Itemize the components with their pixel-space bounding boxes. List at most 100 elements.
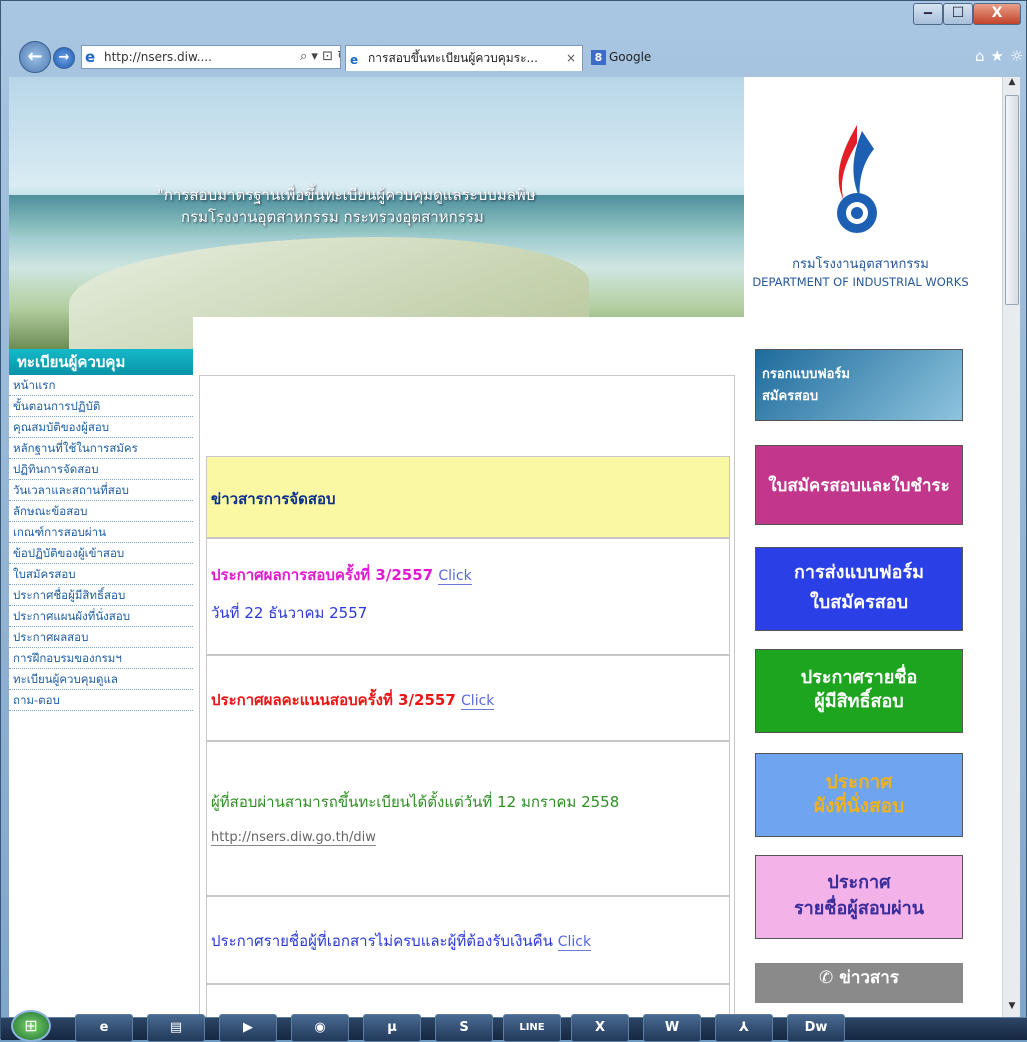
passed-list-line2: รายชื่อผู้สอบผ่าน	[793, 898, 925, 919]
scroll-down-icon[interactable]: ▼	[1003, 1001, 1021, 1017]
news-item-text: ผู้ที่สอบผ่านสามารถขึ้นทะเบียนได้ตั้งแต่…	[211, 793, 620, 811]
acrobat-taskbar-icon[interactable]: ⅄	[715, 1014, 773, 1042]
tab-label: Google	[609, 50, 652, 64]
home-favorites-settings-icons[interactable]: ⌂★☼	[975, 47, 1027, 65]
maximize-button[interactable]: ☐	[943, 3, 973, 25]
banner-subtitle: กรมโรงงานอุตสาหกรรม กระทรวงอุตสาหกรรม	[181, 208, 484, 226]
chrome-taskbar-icon[interactable]: ◉	[291, 1014, 349, 1042]
address-bar[interactable]: e http://nsers.diw.... ⌕ ▾ ⊡ ↻ ✕	[81, 45, 341, 69]
sidebar-item-training[interactable]: การฝึกอบรมของกรมฯ	[9, 648, 193, 669]
news-button-label: ข่าวสาร	[839, 968, 899, 988]
ie-page-icon: e	[85, 48, 96, 66]
news-click-link[interactable]: Click	[438, 568, 472, 585]
sidebar-item-calendar[interactable]: ปฏิทินการจัดสอบ	[9, 459, 193, 480]
banner-gap	[193, 317, 744, 349]
dreamweaver-taskbar-icon[interactable]: Dw	[787, 1014, 845, 1042]
news-heading: ข่าวสารการจัดสอบ	[211, 490, 336, 508]
diw-logo: กรมโรงงานอุตสาหกรรม DEPARTMENT OF INDUST…	[744, 77, 977, 349]
logo-english-text: DEPARTMENT OF INDUSTRIAL WORKS	[752, 275, 969, 289]
submit-form-line1: การส่งแบบฟอร์ม	[794, 562, 924, 583]
news-click-link[interactable]: Click	[461, 693, 495, 710]
passed-list-button[interactable]: ประกาศ รายชื่อผู้สอบผ่าน	[755, 855, 963, 939]
explorer-taskbar-icon[interactable]: ▤	[147, 1014, 205, 1042]
google-tab-icon: 8	[591, 50, 606, 65]
ie-taskbar-icon[interactable]: e	[75, 1014, 133, 1042]
sidebar-item-registry[interactable]: ทะเบียนผู้ควบคุมดูแล	[9, 669, 193, 690]
eligible-list-line2: ผู้มีสิทธิ์สอบ	[814, 691, 904, 712]
seating-plan-button[interactable]: ประกาศ ผังที่นั่งสอบ	[755, 753, 963, 837]
skype-taskbar-icon[interactable]: S	[435, 1014, 493, 1042]
eligible-list-button[interactable]: ประกาศรายชื่อ ผู้มีสิทธิ์สอบ	[755, 649, 963, 733]
apply-form-button[interactable]: กรอกแบบฟอร์ม สมัครสอบ	[755, 349, 963, 421]
passed-list-line1: ประกาศ	[827, 872, 891, 893]
address-text: http://nsers.diw....	[104, 50, 212, 64]
news-item-date: วันที่ 22 ธันวาคม 2557	[211, 604, 368, 622]
word-taskbar-icon[interactable]: W	[643, 1014, 701, 1042]
submit-form-line2: ใบสมัครสอบ	[810, 592, 908, 613]
news-item: ประกาศผลการสอบครั้งที่ 3/2557 Click วันท…	[206, 538, 730, 655]
news-item-text: ประกาศรายชื่อผู้ที่เอกสารไม่ครบและผู้ที่…	[211, 929, 592, 953]
news-click-link[interactable]: Click	[557, 934, 592, 951]
sidebar-item-home[interactable]: หน้าแรก	[9, 375, 193, 396]
sidebar-item-faq[interactable]: ถาม-ตอบ	[9, 690, 193, 711]
news-item: ประกาศรายชื่อผู้ที่เอกสารไม่ครบและผู้ที่…	[206, 896, 730, 984]
news-item: ประกาศผลคะแนนสอบครั้งที่ 3/2557 Click	[206, 655, 730, 741]
sidebar-item-rules[interactable]: ข้อปฏิบัติของผู้เข้าสอบ	[9, 543, 193, 564]
sidebar-item-results[interactable]: ประกาศผลสอบ	[9, 627, 193, 648]
seating-plan-line2: ผังที่นั่งสอบ	[813, 795, 905, 817]
sidebar-item-eligible-list[interactable]: ประกาศชื่อผู้มีสิทธิ์สอบ	[9, 585, 193, 606]
forward-icon[interactable]: →	[53, 47, 75, 69]
news-item-title-text: ประกาศรายชื่อผู้ที่เอกสารไม่ครบและผู้ที่…	[211, 932, 553, 950]
page-viewport: "การสอบมาตรฐานเพื่อขึ้นทะเบียนผู้ควบคุมด…	[9, 77, 1002, 1017]
apply-form-line1: กรอกแบบฟอร์ม	[762, 367, 850, 382]
seating-plan-line1: ประกาศ	[825, 771, 893, 793]
back-icon[interactable]: ←	[19, 41, 51, 73]
news-item: ผู้ที่สอบผ่านสามารถขึ้นทะเบียนได้ตั้งแต่…	[206, 741, 730, 896]
utorrent-taskbar-icon[interactable]: µ	[363, 1014, 421, 1042]
start-button-icon[interactable]: ⊞	[11, 1010, 51, 1042]
close-button[interactable]: X	[973, 3, 1021, 25]
vertical-scrollbar[interactable]: ▲ ▼	[1002, 77, 1020, 1017]
sidebar-menu: ทะเบียนผู้ควบคุม หน้าแรก ขั้นตอนการปฏิบั…	[9, 349, 193, 711]
scrollbar-thumb[interactable]	[1005, 95, 1019, 305]
application-payment-button[interactable]: ใบสมัครสอบและใบชำระเงิน	[755, 445, 963, 576]
sidebar-item-application[interactable]: ใบสมัครสอบ	[9, 564, 193, 585]
news-item-title: ประกาศผลคะแนนสอบครั้งที่ 3/2557 Click	[211, 688, 495, 712]
sidebar-heading: ทะเบียนผู้ควบคุม	[9, 349, 193, 375]
tab-active[interactable]: e การสอบขึ้นทะเบียนผู้ควบคุมระ... ×	[345, 45, 583, 71]
banner-image: "การสอบมาตรฐานเพื่อขึ้นทะเบียนผู้ควบคุมด…	[9, 77, 744, 349]
news-item-url-link[interactable]: http://nsers.diw.go.th/diw	[211, 830, 376, 846]
tab-google[interactable]: 8 Google	[587, 45, 847, 71]
title-bar: ‒ ☐ X ← → e http://nsers.diw.... ⌕ ▾ ⊡ ↻…	[1, 1, 1027, 77]
ie-tab-icon: e	[350, 53, 359, 67]
tab-label: การสอบขึ้นทะเบียนผู้ควบคุมระ...	[368, 51, 538, 65]
banner-title: "การสอบมาตรฐานเพื่อขึ้นทะเบียนผู้ควบคุมด…	[157, 186, 536, 204]
line-taskbar-icon[interactable]: LINE	[503, 1014, 561, 1042]
apply-form-line2: สมัครสอบ	[762, 389, 819, 404]
excel-taskbar-icon[interactable]: X	[571, 1014, 629, 1042]
news-content: ข่าวสารการจัดสอบ ประกาศผลการสอบครั้งที่ …	[199, 375, 735, 1017]
sidebar-item-date-venue[interactable]: วันเวลาและสถานที่สอบ	[9, 480, 193, 501]
news-heading-cell: ข่าวสารการจัดสอบ	[206, 456, 730, 538]
phone-icon: ✆	[819, 968, 840, 988]
news-item	[206, 984, 730, 1017]
news-item-title-text: ประกาศผลการสอบครั้งที่ 3/2557	[211, 566, 434, 584]
sidebar-item-pass-criteria[interactable]: เกณฑ์การสอบผ่าน	[9, 522, 193, 543]
address-tools-icons[interactable]: ⌕ ▾ ⊡ ↻ ✕	[300, 46, 340, 68]
eligible-list-line1: ประกาศรายชื่อ	[800, 667, 918, 688]
minimize-button[interactable]: ‒	[913, 3, 943, 25]
diw-emblem-icon	[837, 125, 877, 233]
submit-form-button[interactable]: การส่งแบบฟอร์ม ใบสมัครสอบ	[755, 547, 963, 631]
scroll-up-icon[interactable]: ▲	[1003, 77, 1021, 93]
news-button[interactable]: ✆ ข่าวสาร	[755, 963, 963, 1003]
sidebar-item-exam-format[interactable]: ลักษณะข้อสอบ	[9, 501, 193, 522]
tab-close-icon[interactable]: ×	[566, 46, 576, 70]
sidebar-item-seating[interactable]: ประกาศแผนผังที่นั่งสอบ	[9, 606, 193, 627]
sidebar-item-documents[interactable]: หลักฐานที่ใช้ในการสมัคร	[9, 438, 193, 459]
media-player-taskbar-icon[interactable]: ▶	[219, 1014, 277, 1042]
logo-thai-text: กรมโรงงานอุตสาหกรรม	[792, 257, 929, 272]
sidebar-item-procedure[interactable]: ขั้นตอนการปฏิบัติ	[9, 396, 193, 417]
browser-window: ‒ ☐ X ← → e http://nsers.diw.... ⌕ ▾ ⊡ ↻…	[0, 0, 1027, 1042]
navigation-bar: ← → e http://nsers.diw.... ⌕ ▾ ⊡ ↻ ✕ e ก…	[15, 41, 1023, 75]
sidebar-item-qualifications[interactable]: คุณสมบัติของผู้สอบ	[9, 417, 193, 438]
